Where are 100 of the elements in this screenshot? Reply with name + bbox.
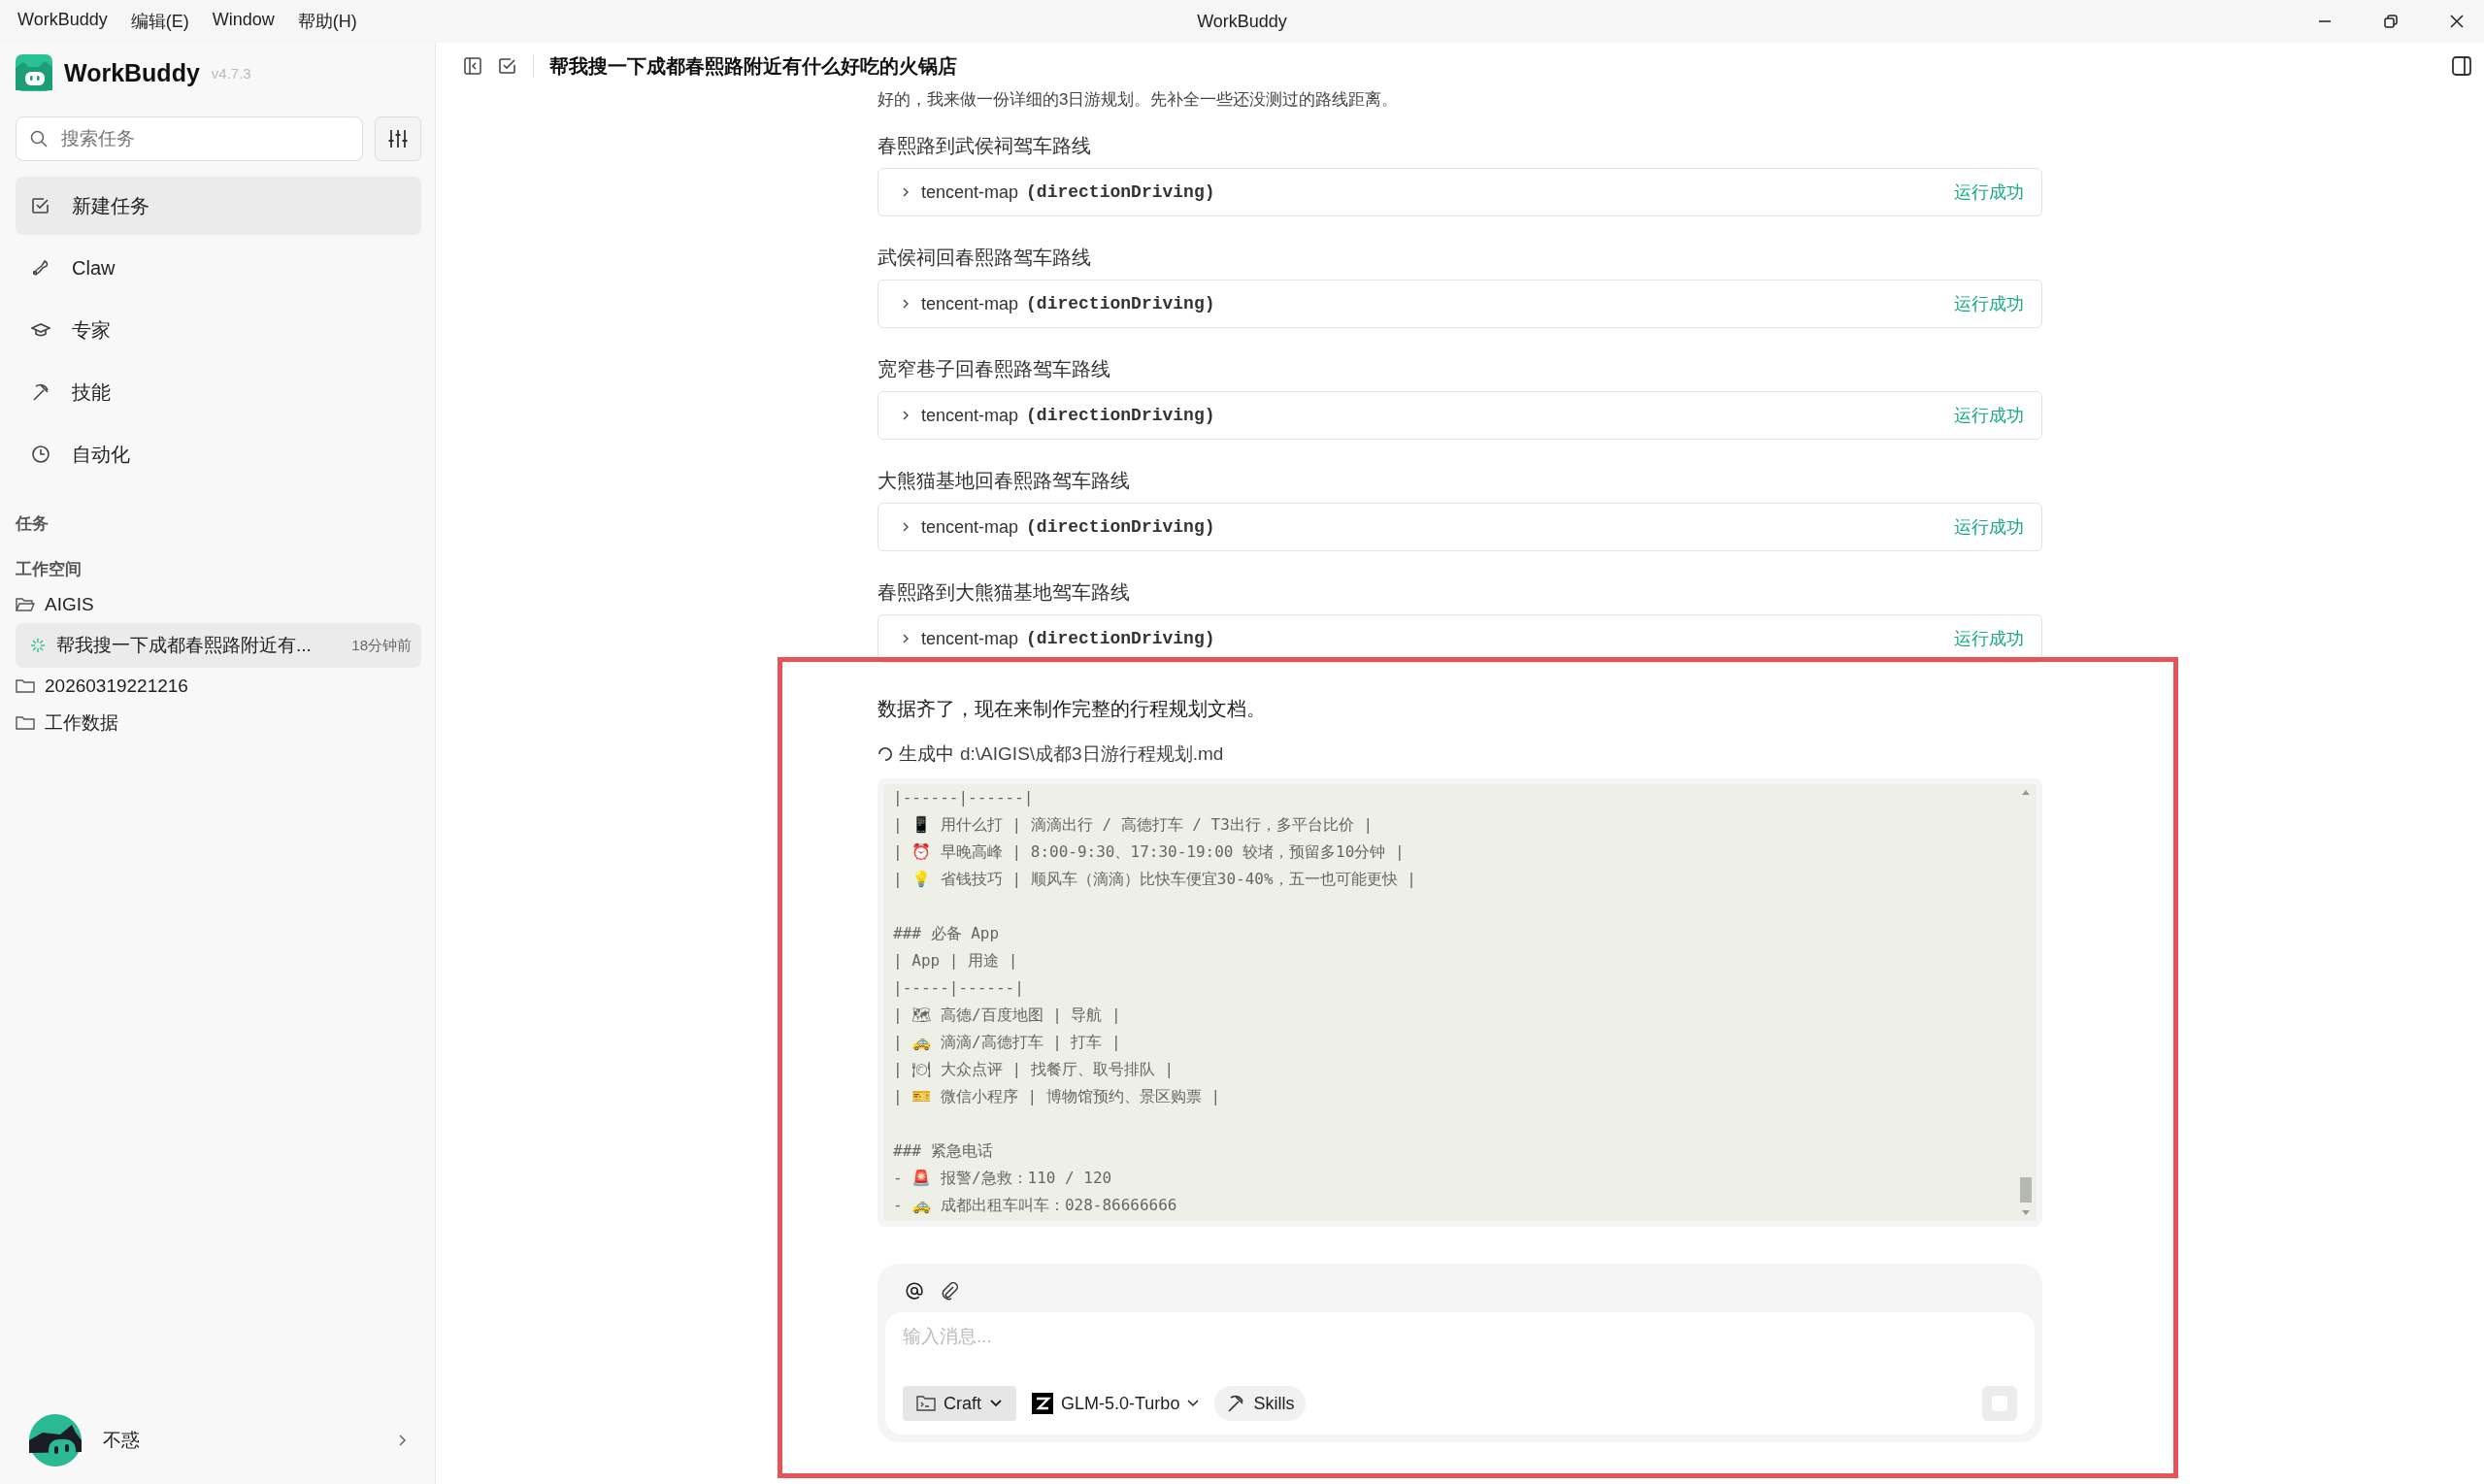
tool-method: (directionDriving) [1026, 294, 1215, 313]
folder-terminal-icon [916, 1395, 936, 1412]
code-line: - 🚨 报警/急救：110 / 120 [893, 1168, 1113, 1189]
tool-name: tencent-map [921, 293, 1019, 314]
code-line: | 📱 用什么打 | 滴滴出行 / 高德打车 / T3出行，多平台比价 | [893, 814, 1374, 836]
step-heading: 宽窄巷子回春熙路驾车路线 [878, 357, 1111, 381]
step-heading: 大熊猫基地回春熙路驾车路线 [878, 469, 1131, 493]
chevron-right-icon [902, 410, 910, 421]
code-line: | 🗺 高德/百度地图 | 导航 | [893, 1005, 1122, 1026]
folder-item[interactable]: 工作数据 [16, 705, 421, 742]
model-dropdown[interactable]: GLM-5.0-Turbo [1028, 1386, 1204, 1421]
nav-item[interactable]: 专家 [16, 301, 421, 359]
code-line: - 🚕 成都出租车叫车：028-86666666 [893, 1195, 1178, 1216]
tool-method: (directionDriving) [1026, 406, 1215, 425]
tool-name: tencent-map [921, 405, 1019, 426]
sidebar-toggle-icon[interactable] [463, 56, 482, 76]
avatar-icon [29, 1414, 82, 1467]
skills-button[interactable]: Skills [1214, 1386, 1307, 1421]
tool-method: (directionDriving) [1026, 629, 1215, 648]
tool-call-row[interactable]: tencent-map (directionDriving) 运行成功 [878, 280, 2042, 328]
code-line: ### 必备 App [893, 923, 1001, 944]
restore-icon[interactable] [2383, 14, 2399, 29]
step-heading: 春熙路到大熊猫基地驾车路线 [878, 580, 1131, 605]
pickaxe-icon [31, 382, 50, 402]
file-path: d:\AIGIS\成都3日游行程规划.md [960, 742, 1224, 766]
paperclip-icon[interactable] [940, 1281, 959, 1301]
user-name: 不惑 [103, 1429, 140, 1452]
code-line: | ⏰ 早晚高峰 | 8:00-9:30、17:30-19:00 较堵，预留多10分钟 | [893, 841, 1406, 863]
step-heading: 春熙路到武侯祠驾车路线 [878, 134, 1092, 158]
folder-item[interactable]: 20260319221216 [16, 668, 421, 705]
code-line: | 🍽 大众点评 | 找餐厅、取号排队 | [893, 1059, 1176, 1080]
window-title: WorkBuddy [1197, 11, 1287, 32]
menu-item[interactable]: 帮助(H) [297, 10, 357, 33]
chevron-right-icon [902, 298, 910, 310]
app-logo-icon [16, 54, 52, 91]
code-line: | 🎫 微信小程序 | 博物馆预约、景区购票 | [893, 1086, 1222, 1107]
step-heading: 武侯祠回春熙路驾车路线 [878, 246, 1092, 270]
chevron-right-icon [398, 1434, 408, 1447]
menu-item[interactable]: Window [212, 10, 275, 33]
chevron-right-icon [902, 521, 910, 533]
tool-call-row[interactable]: tencent-map (directionDriving) 运行成功 [878, 503, 2042, 551]
user-profile[interactable]: 不惑 [16, 1397, 421, 1484]
status-label: 运行成功 [1954, 181, 2024, 204]
spinner-icon [878, 746, 893, 762]
code-line: | 💡 省钱技巧 | 顺风车（滴滴）比快车便宜30-40%，五一也可能更快 | [893, 869, 1417, 890]
tool-call-row[interactable]: tencent-map (directionDriving) 运行成功 [878, 168, 2042, 216]
tool-name: tencent-map [921, 181, 1019, 203]
pickaxe-icon [1226, 1394, 1246, 1413]
tool-name: tencent-map [921, 516, 1019, 538]
status-label: 运行成功 [1954, 293, 2024, 315]
nav-item[interactable]: 新建任务 [16, 177, 421, 235]
mention-icon[interactable] [905, 1281, 924, 1301]
task-title: 帮我搜一下成都春熙路附近有... [56, 634, 312, 657]
sliders-icon [387, 128, 409, 149]
task-item[interactable]: 帮我搜一下成都春熙路附近有... 18分钟前 [16, 623, 421, 668]
nav-item[interactable]: Claw [16, 239, 421, 297]
chat-title: 帮我搜一下成都春熙路附近有什么好吃的火锅店 [549, 53, 957, 79]
status-label: 运行成功 [1954, 405, 2024, 427]
menu-item[interactable]: 编辑(E) [130, 10, 189, 33]
tool-name: tencent-map [921, 628, 1019, 649]
folder-item[interactable]: AIGIS [16, 586, 421, 623]
code-line: |-----|------| [893, 977, 1025, 999]
nav-item[interactable]: 技能 [16, 363, 421, 421]
code-line: | 🚕 滴滴/高德打车 | 打车 | [893, 1032, 1122, 1053]
app-name: WorkBuddy [64, 58, 200, 87]
code-line: | App | 用途 | [893, 950, 1019, 972]
filter-button[interactable] [375, 116, 421, 161]
message-text: 数据齐了，现在来制作完整的行程规划文档。 [878, 697, 1267, 721]
model-logo-icon [1032, 1393, 1053, 1414]
chevron-right-icon [902, 186, 910, 198]
menu-item[interactable]: WorkBuddy [17, 10, 108, 33]
code-line: |------|------| [893, 787, 1035, 808]
status-label: 生成中 [899, 742, 954, 766]
nav-item[interactable]: 自动化 [16, 425, 421, 483]
caret-icon [1187, 1400, 1200, 1407]
search-field[interactable]: 搜索任务 [16, 116, 363, 161]
tool-call-row[interactable]: tencent-map (directionDriving) 运行成功 [878, 391, 2042, 440]
tool-method: (directionDriving) [1026, 517, 1215, 537]
scrollbar[interactable] [2015, 784, 2037, 1221]
checkbox-icon [31, 196, 50, 215]
checkbox-icon[interactable] [498, 56, 517, 76]
claw-icon [31, 258, 50, 278]
status-label: 运行成功 [1954, 628, 2024, 650]
status-label: 运行成功 [1954, 516, 2024, 539]
tool-method: (directionDriving) [1026, 182, 1215, 202]
panel-toggle-icon[interactable] [2451, 55, 2472, 77]
message-text: 好的，我来做一份详细的3日游规划。先补全一些还没测过的路线距离。 [878, 89, 1400, 111]
section-heading: 工作空间 [16, 559, 83, 580]
task-time: 18分钟前 [351, 636, 412, 655]
section-heading: 任务 [16, 513, 50, 535]
scroll-thumb[interactable] [2020, 1177, 2032, 1203]
chevron-right-icon [902, 633, 910, 644]
tool-call-row[interactable]: tencent-map (directionDriving) 运行成功 [878, 614, 2042, 663]
mode-dropdown[interactable]: Craft [903, 1386, 1016, 1421]
code-line: ### 紧急电话 [893, 1140, 994, 1162]
search-icon [29, 129, 49, 148]
version-label: v4.7.3 [211, 64, 251, 82]
caret-icon [989, 1399, 1003, 1408]
close-icon[interactable] [2449, 14, 2465, 29]
clock-icon [31, 445, 50, 464]
